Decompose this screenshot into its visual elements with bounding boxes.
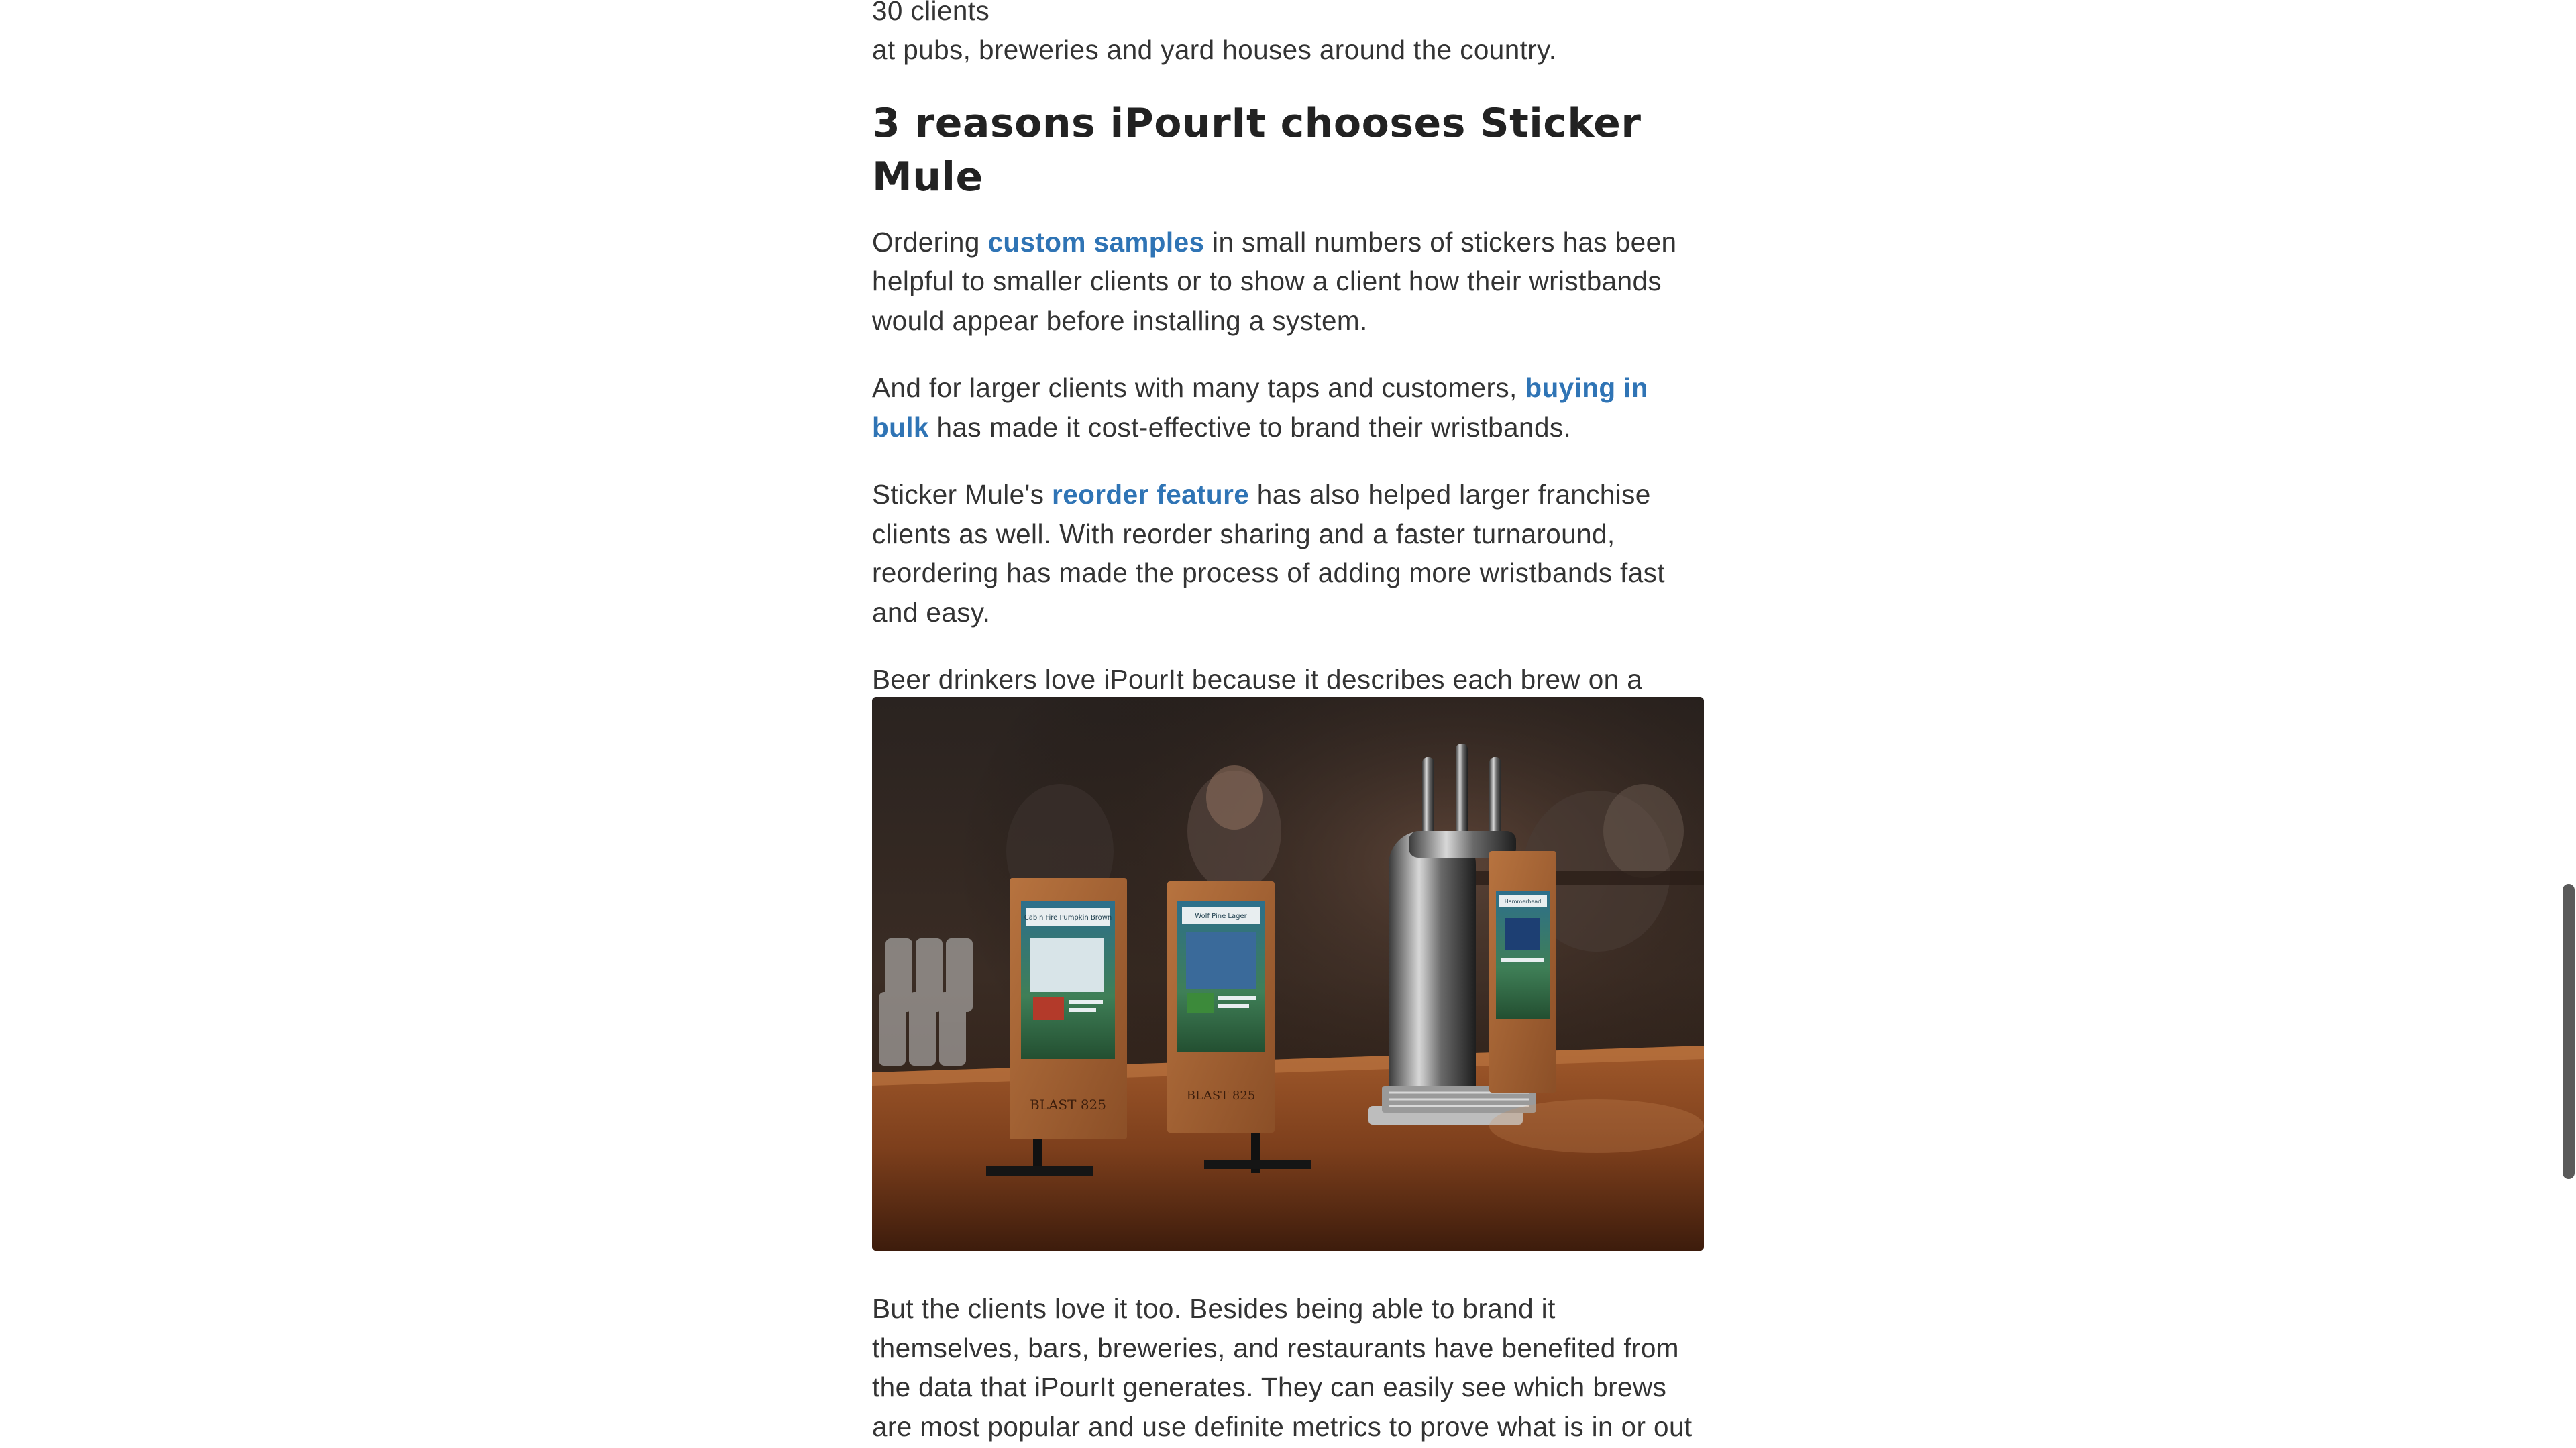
- reason-buying-in-bulk: And for larger clients with many taps an…: [872, 368, 1704, 447]
- kiosk-2-screen-title: Wolf Pine Lager: [1195, 913, 1247, 920]
- kiosk-logo-2: BLAST 825: [1187, 1089, 1256, 1103]
- clients-benefit-paragraph: But the clients love it too. Besides bei…: [872, 1293, 1693, 1442]
- reason-1-lead: Ordering: [872, 226, 988, 258]
- reason-custom-samples: Ordering custom samples in small numbers…: [872, 223, 1704, 341]
- reason-2-lead: And for larger clients with many taps an…: [872, 372, 1525, 403]
- ipourit-tap-photo: BLAST 825 Cabin Fire Pumpkin Brown BLAST…: [872, 697, 1704, 1251]
- article-body-continued: But the clients love it too. Besides bei…: [872, 1289, 1704, 1448]
- scrollbar-thumb[interactable]: [2563, 884, 2575, 1179]
- intro-line-1: million ounces every month through its s…: [872, 0, 990, 26]
- intro-paragraph-tail: million ounces every month through its s…: [872, 0, 1704, 70]
- reason-reorder-feature: Sticker Mule's reorder feature has also …: [872, 475, 1704, 632]
- reason-3-lead: Sticker Mule's: [872, 479, 1053, 510]
- kiosk-logo-1: BLAST 825: [1030, 1097, 1106, 1113]
- kiosk-3-screen-title: Hammerhead: [1505, 899, 1542, 905]
- custom-samples-link[interactable]: custom samples: [987, 227, 1204, 258]
- page: million ounces every month through its s…: [0, 0, 2576, 1448]
- reorder-feature-link[interactable]: reorder feature: [1052, 479, 1249, 510]
- article-body: million ounces every month through its s…: [872, 0, 1704, 778]
- kiosk-1-screen-title: Cabin Fire Pumpkin Brown: [1024, 914, 1112, 922]
- reason-2-body: has made it cost-effective to brand thei…: [928, 411, 1572, 443]
- section-heading: 3 reasons iPourIt chooses Sticker Mule: [872, 99, 1642, 201]
- page-scrollbar[interactable]: [2561, 0, 2576, 1448]
- intro-line-2: at pubs, breweries and yard houses aroun…: [872, 34, 1557, 65]
